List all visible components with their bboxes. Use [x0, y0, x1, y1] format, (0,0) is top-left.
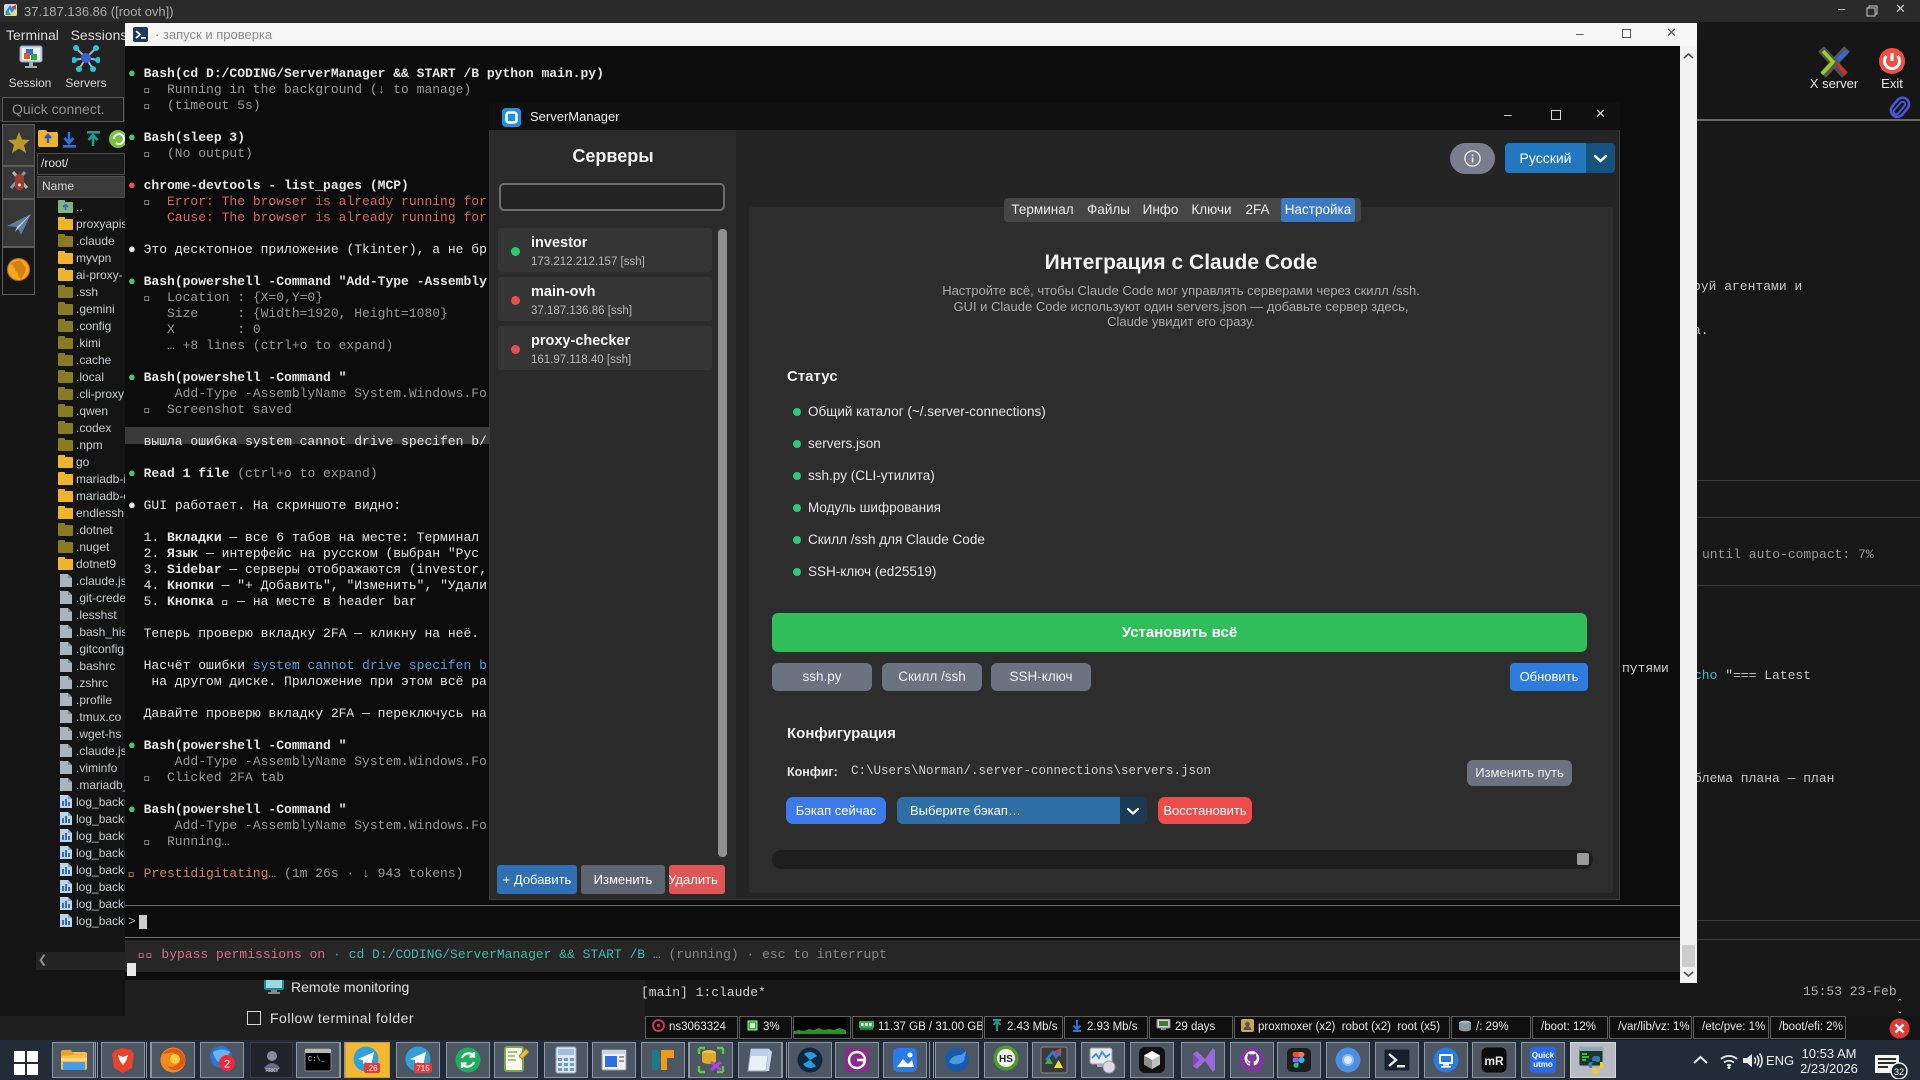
svg-text:C:\_: C:\_	[308, 1056, 326, 1064]
svg-text:.26: .26	[366, 1064, 378, 1073]
svg-text:2: 2	[224, 1059, 230, 1071]
svg-text:utmo: utmo	[1533, 1060, 1553, 1069]
svg-text:32: 32	[1894, 1067, 1904, 1077]
svg-text:715: 715	[416, 1064, 430, 1073]
svg-text:Quick: Quick	[1532, 1051, 1555, 1060]
svg-text:FRKY: FRKY	[265, 1068, 279, 1074]
svg-text:HS: HS	[999, 1054, 1013, 1065]
svg-text:mR: mR	[1484, 1054, 1504, 1068]
